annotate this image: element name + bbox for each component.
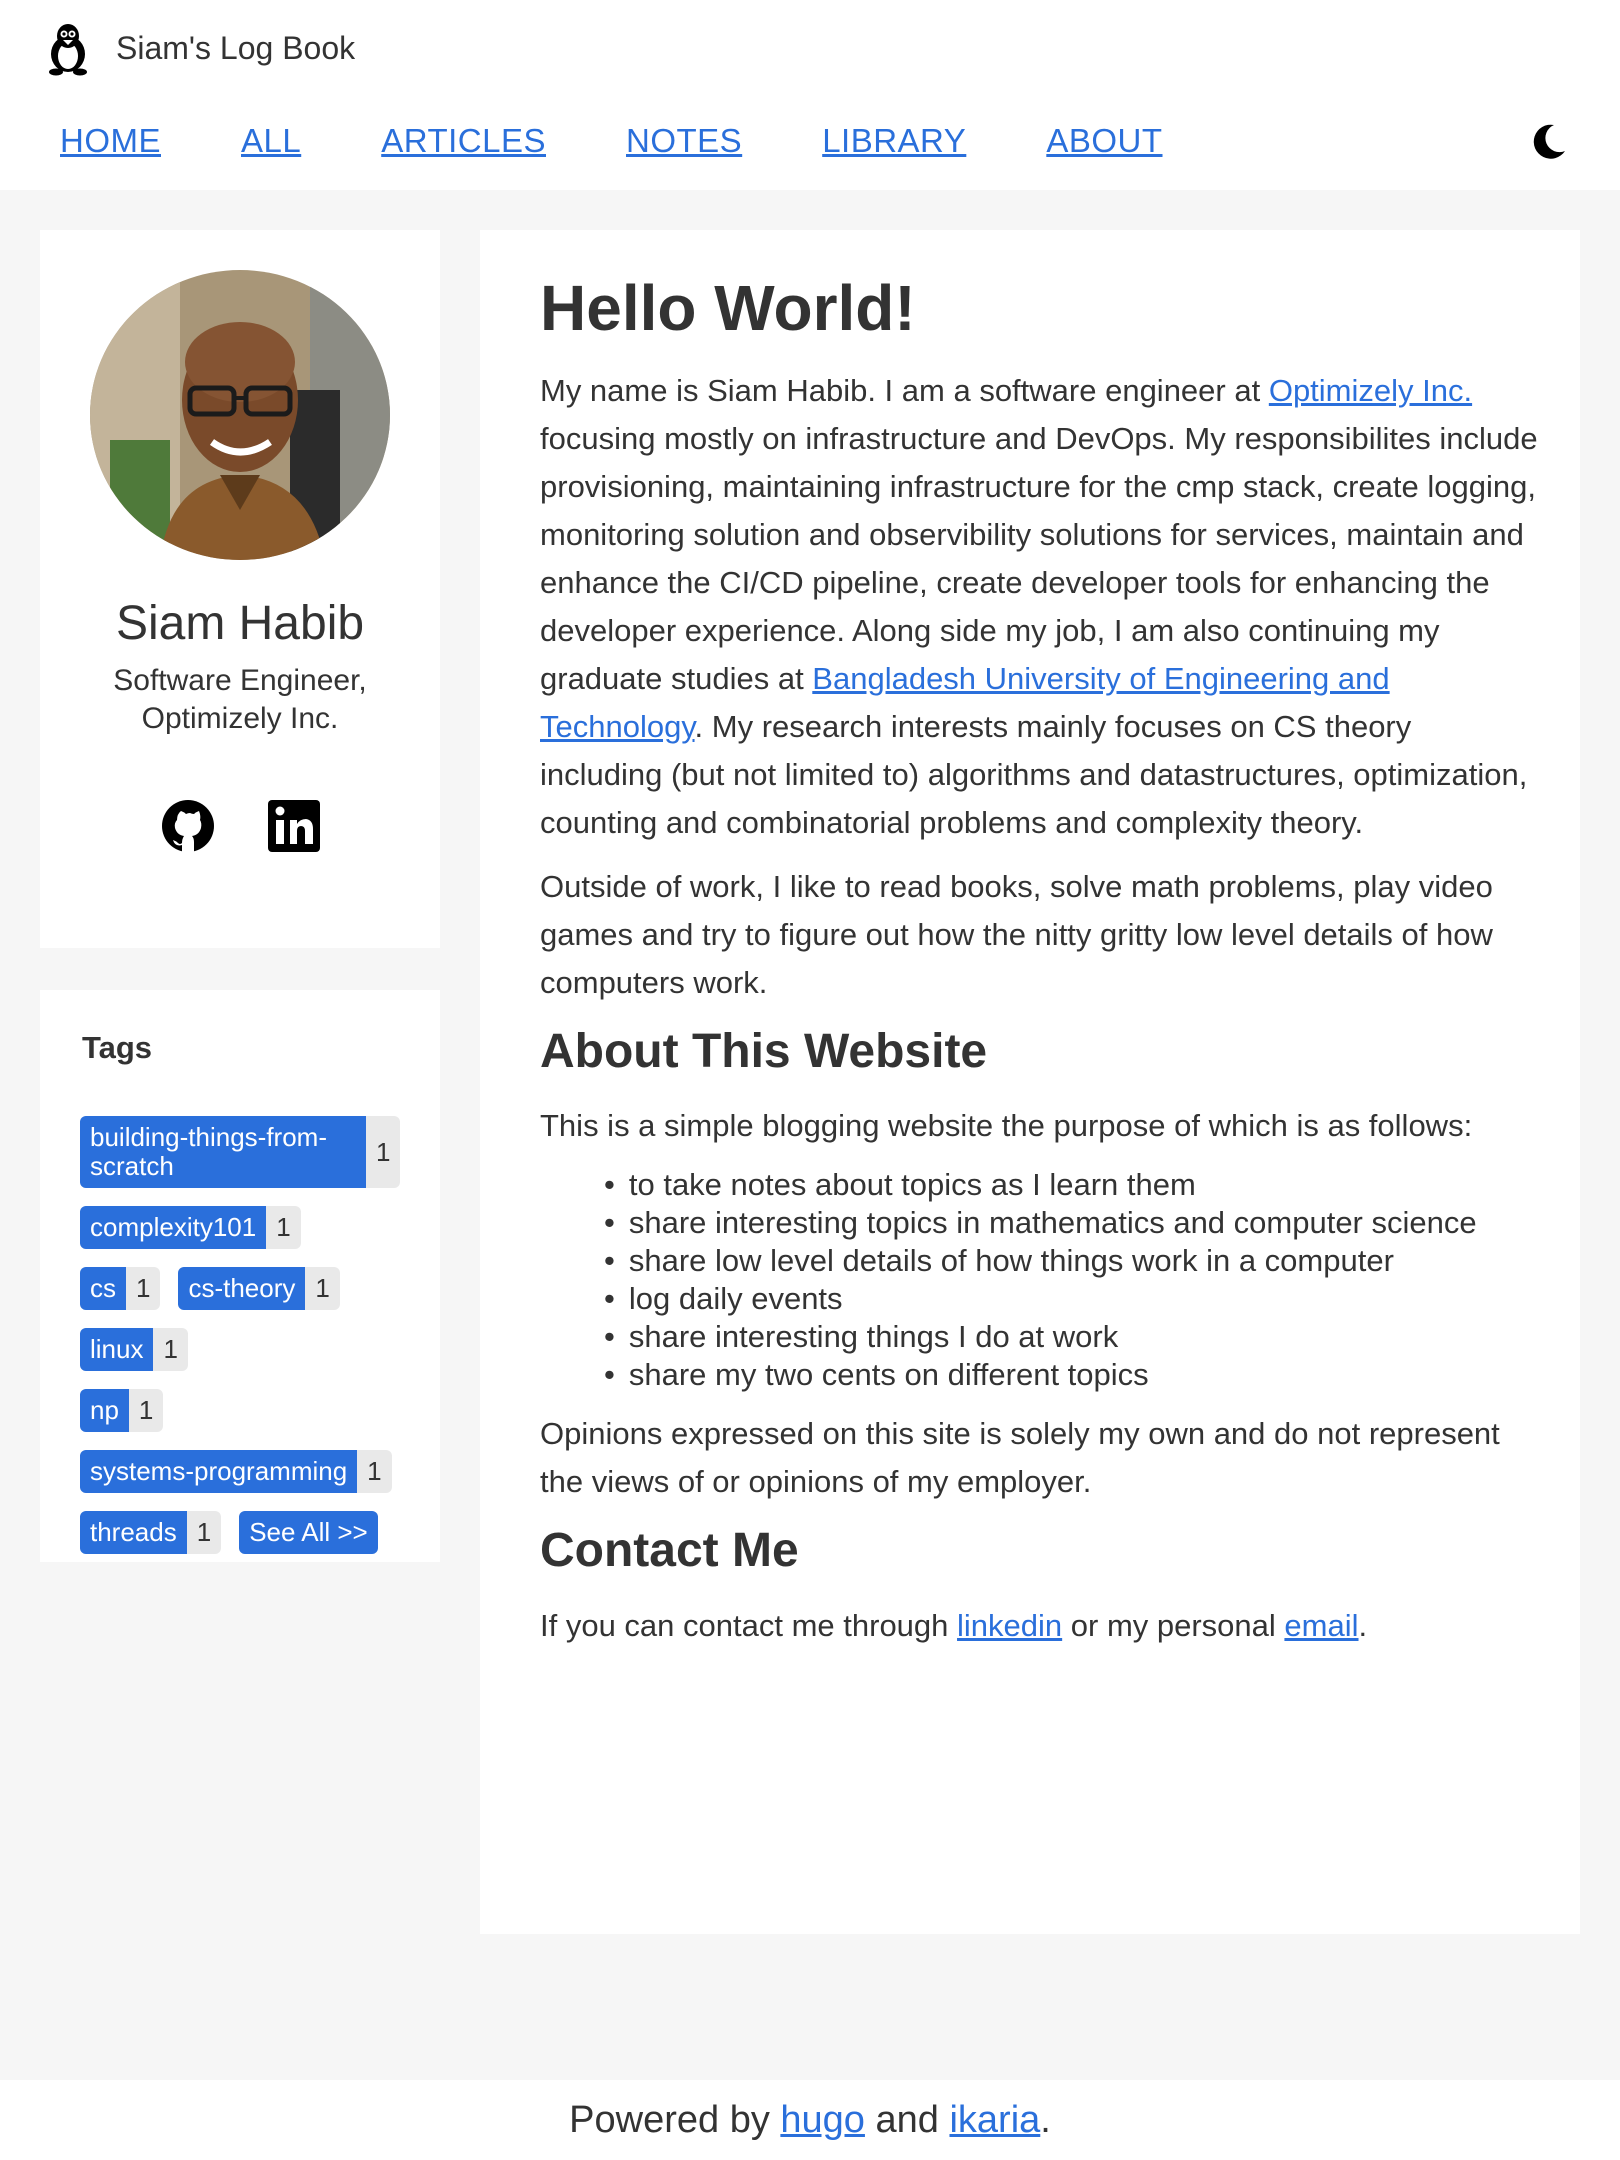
list-item: share my two cents on different topics [604, 1356, 1540, 1394]
brand-link[interactable]: Siam's Log Book [40, 20, 355, 76]
nav-articles[interactable]: ARTICLES [381, 122, 546, 160]
list-item: share interesting topics in mathematics … [604, 1204, 1540, 1242]
intro-text-2: focusing mostly on infrastructure and De… [540, 420, 1538, 696]
tag-list: building-things-from-scratch 1 complexit… [80, 1116, 410, 1572]
tag-count: 1 [366, 1116, 401, 1188]
intro-paragraph: My name is Siam Habib. I am a software e… [540, 367, 1540, 847]
tag-name: np [80, 1389, 129, 1432]
tag-name: cs-theory [178, 1267, 306, 1310]
tag-name: linux [80, 1328, 154, 1371]
tag-item[interactable]: threads 1 [80, 1511, 222, 1554]
tag-count: 1 [126, 1267, 161, 1310]
tag-count: 1 [266, 1206, 301, 1249]
profile-role: Software Engineer, Optimizely Inc. [113, 664, 367, 735]
avatar [90, 270, 390, 560]
tag-name: complexity101 [80, 1206, 267, 1249]
optimizely-link[interactable]: Optimizely Inc. [1269, 373, 1472, 408]
tag-item[interactable]: linux 1 [80, 1328, 188, 1371]
tag-name: threads [80, 1511, 187, 1554]
tag-item[interactable]: systems-programming 1 [80, 1450, 392, 1493]
disclaimer-paragraph: Opinions expressed on this site is solel… [540, 1416, 1500, 1500]
list-item: to take notes about topics as I learn th… [604, 1166, 1540, 1204]
contact-text-2: or my personal [1062, 1607, 1285, 1643]
contact-text-3: . [1358, 1607, 1368, 1643]
tag-count: 1 [128, 1389, 164, 1432]
site-title: Siam's Log Book [116, 29, 356, 66]
tag-item[interactable]: complexity101 1 [80, 1206, 301, 1249]
nav-notes[interactable]: NOTES [626, 122, 742, 160]
nav-about[interactable]: ABOUT [1046, 122, 1162, 160]
nav-all[interactable]: ALL [241, 122, 301, 160]
site-header: Siam's Log Book HOME ALL ARTICLES NOTES … [0, 0, 1620, 190]
nav-home[interactable]: HOME [60, 122, 161, 160]
linkedin-icon[interactable] [266, 798, 322, 854]
profile-name: Siam Habib [115, 597, 365, 650]
list-item: log daily events [604, 1280, 1540, 1318]
see-all-tags-button[interactable]: See All >> [239, 1511, 378, 1554]
github-icon[interactable] [160, 798, 216, 854]
tag-item[interactable]: building-things-from-scratch 1 [80, 1116, 401, 1188]
tag-count: 1 [186, 1511, 222, 1554]
article-content: Hello World! My name is Siam Habib. I am… [540, 270, 1540, 1666]
tag-name: systems-programming [80, 1450, 358, 1493]
tag-item[interactable]: cs-theory 1 [178, 1267, 340, 1310]
hobbies-paragraph: Outside of work, I like to read books, s… [540, 868, 1493, 1000]
tag-item[interactable]: cs 1 [80, 1267, 161, 1310]
footer-text-2: and [864, 2099, 950, 2141]
about-website-heading: About This Website [540, 1024, 988, 1078]
article-card: Hello World! My name is Siam Habib. I am… [480, 230, 1580, 1934]
tags-card: Tags building-things-from-scratch 1 comp… [40, 990, 440, 1562]
social-links [160, 798, 372, 854]
tag-name: cs [80, 1267, 126, 1310]
nav-library[interactable]: LIBRARY [822, 122, 966, 160]
article-title: Hello World! [540, 272, 916, 344]
tag-count: 1 [357, 1450, 392, 1493]
contact-text-1: If you can contact me through [540, 1607, 958, 1643]
purpose-paragraph: This is a simple blogging website the pu… [540, 1108, 1473, 1144]
ikaria-link[interactable]: ikaria [949, 2099, 1040, 2141]
hugo-link[interactable]: hugo [780, 2099, 865, 2141]
moon-icon[interactable] [1528, 122, 1568, 162]
list-item: share interesting things I do at work [604, 1318, 1540, 1356]
tag-item[interactable]: np 1 [80, 1389, 164, 1432]
footer-text-1: Powered by [569, 2099, 781, 2141]
tag-count: 1 [305, 1267, 340, 1310]
profile-card: Siam Habib Software Engineer, Optimizely… [40, 230, 440, 948]
contact-paragraph: If you can contact me through linkedin o… [540, 1602, 1540, 1650]
tag-count: 1 [153, 1328, 188, 1371]
intro-text-1: My name is Siam Habib. I am a software e… [540, 372, 1269, 408]
tag-name: building-things-from-scratch [80, 1116, 366, 1188]
list-item: share low level details of how things wo… [604, 1242, 1540, 1280]
linkedin-link[interactable]: linkedin [957, 1608, 1062, 1643]
penguin-logo-icon [49, 24, 87, 76]
footer-text-3: . [1040, 2099, 1051, 2141]
tags-title: Tags [82, 1030, 153, 1065]
email-link[interactable]: email [1284, 1608, 1358, 1643]
contact-heading: Contact Me [540, 1524, 799, 1578]
main-nav: HOME ALL ARTICLES NOTES LIBRARY ABOUT [60, 122, 1243, 160]
purpose-list: to take notes about topics as I learn th… [604, 1166, 1540, 1394]
site-footer: Powered by hugo and ikaria. [0, 2080, 1620, 2160]
